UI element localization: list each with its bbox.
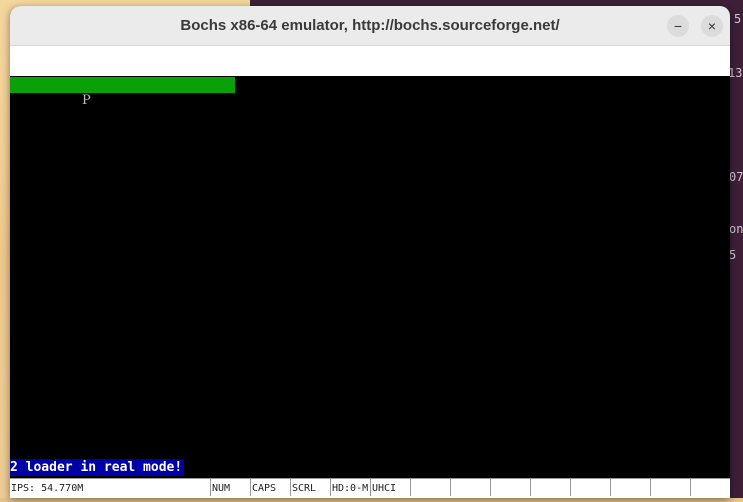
- close-button[interactable]: ×: [701, 15, 723, 37]
- status-cell: [410, 478, 450, 496]
- window-title: Bochs x86-64 emulator, http://bochs.sour…: [180, 17, 560, 34]
- status-cell: [570, 478, 610, 496]
- screen-character: P: [82, 93, 91, 108]
- emulator-screen[interactable]: P 2 loader in real mode!: [10, 77, 730, 477]
- status-cell: [690, 478, 730, 496]
- status-bar: IPS: 54.770M NUM CAPS SCRL HD:0-M UHCI: [10, 478, 730, 498]
- bochs-toolbar: [10, 46, 730, 76]
- num-lock-indicator: NUM: [210, 478, 250, 496]
- status-cell: [650, 478, 690, 496]
- hard-disk-indicator: HD:0-M: [330, 478, 370, 496]
- minimize-button[interactable]: −: [667, 15, 689, 37]
- minimize-icon: −: [673, 18, 683, 34]
- terminal-fragment: 5: [729, 248, 737, 262]
- close-icon: ×: [707, 18, 717, 34]
- status-cell: [490, 478, 530, 496]
- terminal-fragment: 07: [729, 170, 743, 184]
- green-progress-bar: [10, 77, 235, 93]
- terminal-fragment: on: [729, 222, 743, 236]
- title-bar[interactable]: Bochs x86-64 emulator, http://bochs.sour…: [10, 6, 730, 46]
- terminal-fragment: 5: [734, 12, 742, 26]
- desktop-strip: [0, 498, 743, 502]
- bochs-window[interactable]: Bochs x86-64 emulator, http://bochs.sour…: [10, 6, 730, 498]
- uhci-indicator: UHCI: [370, 478, 410, 496]
- ips-indicator: IPS: 54.770M: [10, 478, 210, 496]
- terminal-fragment: 13: [728, 66, 743, 80]
- caps-lock-indicator: CAPS: [250, 478, 290, 496]
- boot-message: 2 loader in real mode!: [10, 459, 185, 476]
- scroll-lock-indicator: SCRL: [290, 478, 330, 496]
- status-cell: [530, 478, 570, 496]
- status-cell: [450, 478, 490, 496]
- status-cell: [610, 478, 650, 496]
